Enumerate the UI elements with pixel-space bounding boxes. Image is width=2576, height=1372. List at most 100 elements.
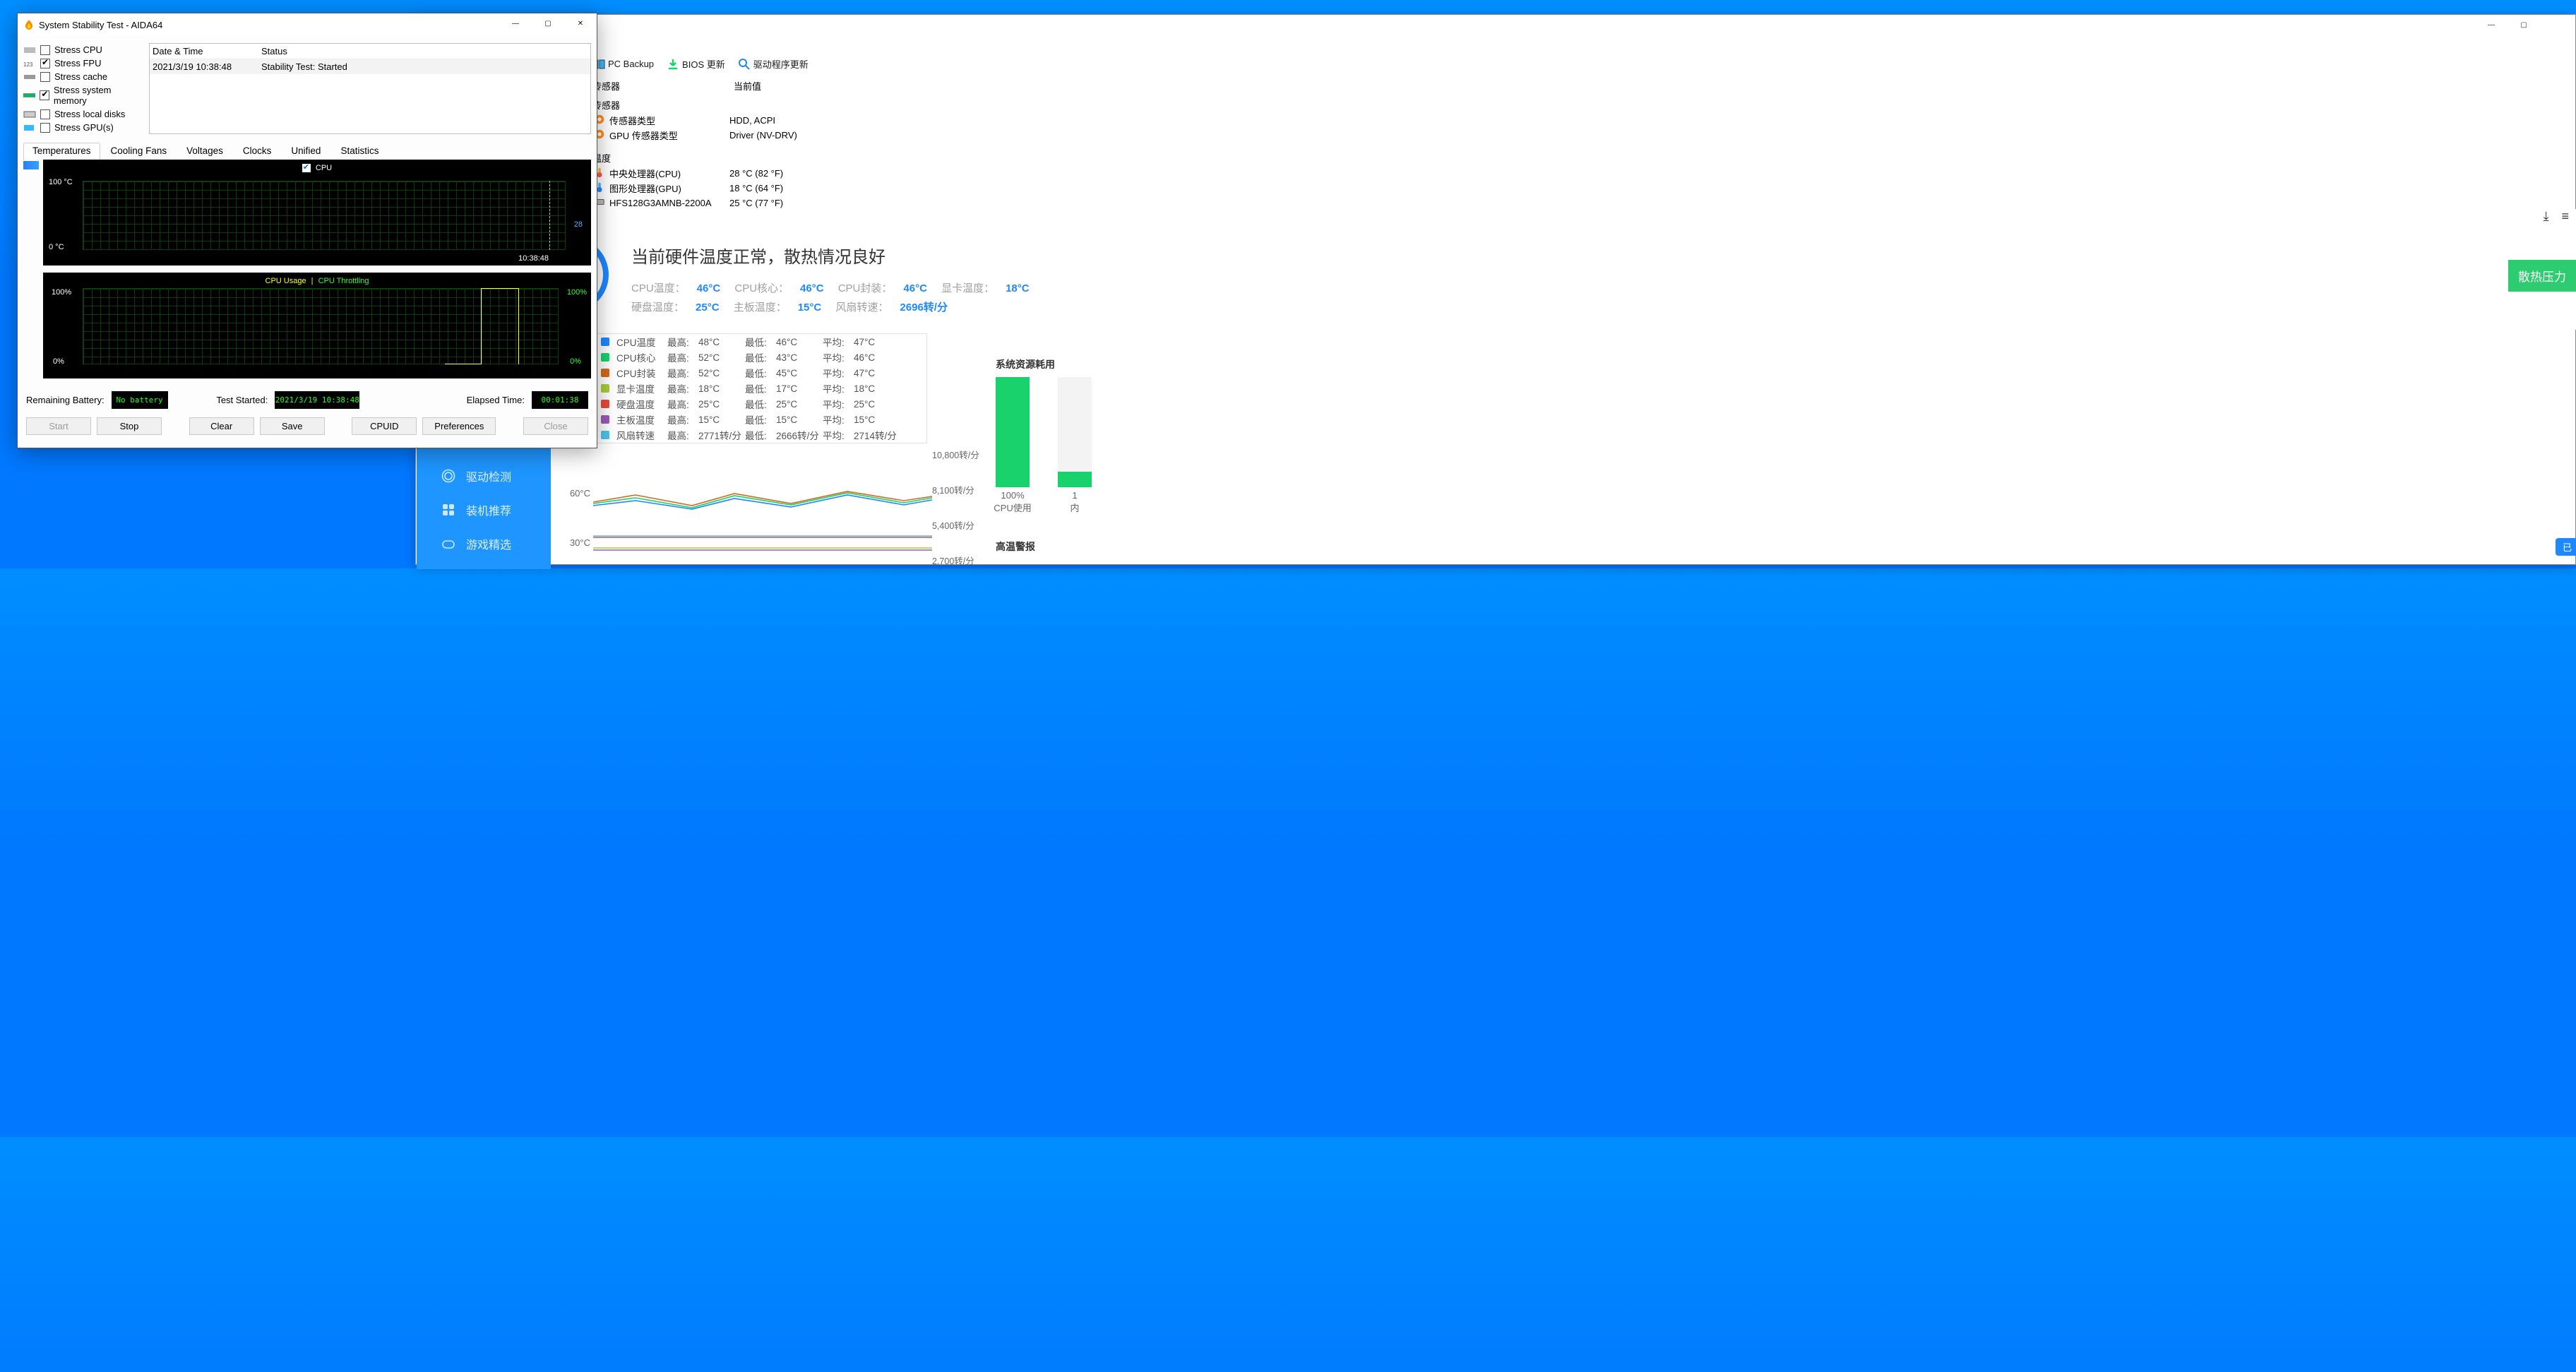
bg-toolbar: PC Backup BIOS 更新 驱动程序更新 (416, 54, 2575, 78)
log-row[interactable]: 2021/3/19 10:38:48 Stability Test: Start… (150, 59, 590, 74)
legend-cpu-checkbox[interactable] (302, 164, 311, 172)
cpuid-button[interactable]: CPUID (352, 417, 417, 435)
toolbar-driver-update[interactable]: 驱动程序更新 (738, 57, 809, 71)
bar-value: 100% (991, 490, 1034, 501)
status-badge[interactable]: 已 (2556, 538, 2576, 556)
cpu-usage-bar (996, 377, 1030, 487)
section-temp-label: 温度 (416, 148, 2575, 166)
toolbar-pc-backup[interactable]: PC Backup (592, 58, 654, 71)
monitor-panel: ⤓ ≡ 当前硬件温度正常，散热情况良好 散热压力 CPU温度：46°C CPU核… (551, 209, 2576, 330)
gpu-icon (23, 124, 36, 132)
monitor-title: 当前硬件温度正常，散热情况良好 (631, 243, 886, 268)
preferences-button[interactable]: Preferences (422, 417, 496, 435)
checkbox-label: Stress FPU (54, 58, 101, 68)
table-row: 风扇转速最高:2771转/分最低:2666转/分平均:2714转/分 (591, 427, 926, 443)
close-button[interactable]: ✕ (564, 14, 597, 35)
header-value: 当前值 (734, 79, 761, 93)
log-header-date: Date & Time (153, 46, 261, 56)
temperature-chart: CPU 100 °C 0 °C 28 10:38:48 (43, 160, 591, 266)
y-min: 0% (53, 357, 64, 366)
sidebar-item-label: 游戏精选 (466, 535, 511, 552)
disk-icon (23, 110, 36, 119)
legend-label: CPU (316, 164, 332, 172)
section-sensor-label: 传感器 (416, 95, 2575, 113)
fpu-icon: 123 (23, 59, 36, 68)
bg-menubar: 帮助(H) (416, 36, 2575, 54)
close-button[interactable]: Close (523, 417, 588, 435)
memory-icon (23, 91, 35, 100)
chart-legend: CPU Usage | CPU Throttling (43, 277, 591, 285)
chart-legend: CPU (43, 164, 591, 172)
stop-button[interactable]: Stop (97, 417, 162, 435)
sidebar-item-driver[interactable]: 驱动检测 (417, 459, 551, 493)
sidebar-item-label: 装机推荐 (466, 501, 511, 518)
row-field: GPU 传感器类型 (609, 129, 729, 142)
aida-window: System Stability Test - AIDA64 — ▢ ✕ Str… (17, 13, 597, 448)
temp-row[interactable]: 中央处理器(CPU) 28 °C (82 °F) (416, 166, 2575, 181)
sensor-header: 传感器 当前值 (416, 78, 2575, 95)
stress-cache-checkbox[interactable] (40, 72, 50, 82)
maximize-button[interactable]: ▢ (2508, 15, 2540, 36)
apps-icon (441, 502, 456, 518)
checkbox-label: Stress cache (54, 71, 107, 82)
minimize-button[interactable]: — (2475, 15, 2508, 36)
tab-temperatures[interactable]: Temperatures (23, 143, 100, 160)
tab-voltages[interactable]: Voltages (177, 143, 232, 160)
log-cell: 2021/3/19 10:38:48 (153, 61, 261, 72)
close-button[interactable] (2540, 15, 2572, 36)
start-label: Test Started: (216, 395, 268, 405)
aida-titlebar[interactable]: System Stability Test - AIDA64 — ▢ ✕ (18, 13, 597, 36)
row-value: 18 °C (64 °F) (729, 183, 783, 193)
resource-usage: 系统资源耗用 100% CPU使用 1 内 (996, 357, 1096, 514)
table-row: 硬盘温度最高:25°C最低:25°C平均:25°C (591, 396, 926, 412)
tab-clocks[interactable]: Clocks (234, 143, 281, 160)
log-cell: Stability Test: Started (261, 61, 588, 72)
tab-statistics[interactable]: Statistics (331, 143, 388, 160)
checkbox-label: Stress CPU (54, 44, 102, 55)
temp-row[interactable]: 图形处理器(GPU) 18 °C (64 °F) (416, 181, 2575, 196)
sensor-row[interactable]: 传感器类型 HDD, ACPI (416, 113, 2575, 128)
temp-history-chart (551, 453, 974, 573)
cache-icon (23, 73, 36, 81)
start-button[interactable]: Start (26, 417, 91, 435)
minimize-button[interactable]: — (499, 14, 532, 35)
cpu-icon (23, 46, 36, 54)
tab-unified[interactable]: Unified (282, 143, 330, 160)
table-row: 显卡温度最高:18°C最低:17°C平均:18°C (591, 381, 926, 396)
maximize-button[interactable]: ▢ (532, 14, 564, 35)
stress-memory-checkbox[interactable] (40, 90, 49, 100)
current-value: 28 (574, 220, 583, 229)
clear-button[interactable]: Clear (189, 417, 254, 435)
temp-history-table: CPU温度最高:48°C最低:46°C平均:47°C CPU核心最高:52°C最… (590, 333, 927, 443)
resource-title: 系统资源耗用 (996, 357, 1096, 371)
download-icon (667, 58, 679, 71)
elapsed-value: 00:01:38 (532, 391, 588, 409)
bg-titlebar: — ▢ (416, 15, 2575, 36)
game-icon (441, 536, 456, 551)
sidebar-item-games[interactable]: 游戏精选 (417, 527, 551, 561)
download-icon[interactable]: ⤓ (2544, 209, 2549, 223)
log-list[interactable]: Date & Time Status 2021/3/19 10:38:48 St… (149, 43, 591, 134)
log-header: Date & Time Status (150, 44, 590, 59)
sidebar-item-install[interactable]: 装机推荐 (417, 493, 551, 527)
toolbar-bios-update[interactable]: BIOS 更新 (667, 57, 725, 71)
status-row: Remaining Battery: No battery Test Start… (23, 386, 591, 417)
y2-min: 0% (570, 357, 581, 366)
table-row: CPU核心最高:52°C最低:43°C平均:46°C (591, 350, 926, 365)
save-button[interactable]: Save (260, 417, 325, 435)
menu-icon[interactable]: ≡ (2561, 209, 2569, 223)
stress-gpu-checkbox[interactable] (40, 123, 50, 133)
cooling-stress-button[interactable]: 散热压力 (2508, 260, 2576, 292)
stress-cpu-checkbox[interactable] (40, 45, 50, 55)
x-time: 10:38:48 (518, 254, 549, 263)
temp-row[interactable]: HFS128G3AMNB-2200A 25 °C (77 °F) (416, 196, 2575, 210)
sensor-row[interactable]: GPU 传感器类型 Driver (NV-DRV) (416, 128, 2575, 143)
legend-usage: CPU Usage (266, 277, 306, 285)
tab-cooling-fans[interactable]: Cooling Fans (102, 143, 177, 160)
battery-label: Remaining Battery: (26, 395, 105, 405)
bar-label: CPU使用 (991, 501, 1034, 514)
graph-legend-strip[interactable] (23, 160, 39, 386)
stress-fpu-checkbox[interactable] (40, 59, 50, 68)
checkbox-label: Stress system memory (54, 85, 143, 106)
stress-disks-checkbox[interactable] (40, 109, 50, 119)
